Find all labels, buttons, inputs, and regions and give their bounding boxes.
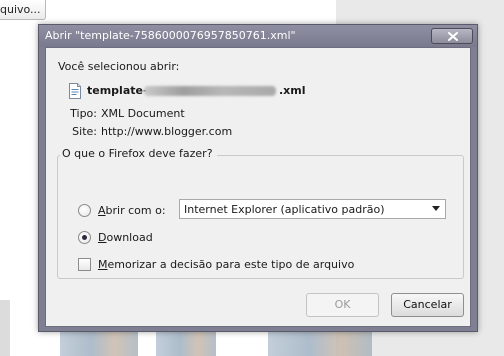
close-icon	[448, 32, 458, 41]
template-thumbnail[interactable]	[156, 330, 216, 356]
file-type-row: Tipo: XML Document	[69, 107, 185, 120]
application-select-value: Internet Explorer (aplicativo padrão)	[184, 203, 385, 216]
cancel-button[interactable]: Cancelar	[391, 293, 464, 317]
site-key: Site:	[72, 125, 97, 138]
open-with-label[interactable]: Abrir com o:	[98, 204, 166, 217]
remember-access-key: M	[98, 258, 108, 271]
dialog-titlebar[interactable]: Abrir "template-7586000076957850761.xml"	[39, 25, 477, 47]
template-thumbnail[interactable]	[60, 330, 138, 356]
download-label-rest: ownload	[106, 231, 153, 244]
open-with-access-key: A	[98, 204, 106, 217]
site-value: http://www.blogger.com	[101, 125, 233, 138]
radio-selected-dot	[82, 235, 87, 240]
chevron-down-icon[interactable]	[432, 206, 440, 211]
download-label[interactable]: Download	[98, 231, 153, 244]
file-name-suffix: .xml	[279, 84, 306, 97]
open-file-dialog: Abrir "template-7586000076957850761.xml"…	[38, 24, 478, 332]
xml-file-icon	[69, 83, 81, 99]
file-name-prefix: template-	[87, 84, 148, 97]
blurred-file-name	[144, 86, 276, 96]
application-select[interactable]: Internet Explorer (aplicativo padrão)	[179, 199, 446, 219]
file-site-row: Site: http://www.blogger.com	[69, 125, 232, 138]
type-value: XML Document	[101, 107, 185, 120]
dialog-body: Você selecionou abrir: template- .xml Ti…	[45, 47, 471, 327]
background-thumbnails	[60, 330, 380, 356]
selected-label: Você selecionou abrir:	[58, 60, 180, 73]
type-key: Tipo:	[70, 107, 97, 120]
remember-label-rest: emorizar a decisão para este tipo de arq…	[107, 258, 355, 271]
open-with-radio[interactable]	[78, 204, 91, 217]
ok-button[interactable]: OK	[306, 293, 379, 317]
action-group-legend: O que o Firefox deve fazer?	[60, 147, 217, 160]
download-radio[interactable]	[78, 231, 91, 244]
dialog-title: Abrir "template-7586000076957850761.xml"	[45, 29, 296, 42]
background-partial-button[interactable]: quivo...	[0, 0, 46, 20]
remember-label[interactable]: Memorizar a decisão para este tipo de ar…	[98, 258, 354, 271]
close-button[interactable]	[431, 28, 473, 44]
background-strip	[0, 300, 10, 356]
remember-checkbox[interactable]	[78, 258, 91, 271]
template-thumbnail[interactable]	[268, 330, 372, 356]
open-with-label-rest: brir com o:	[105, 204, 166, 217]
